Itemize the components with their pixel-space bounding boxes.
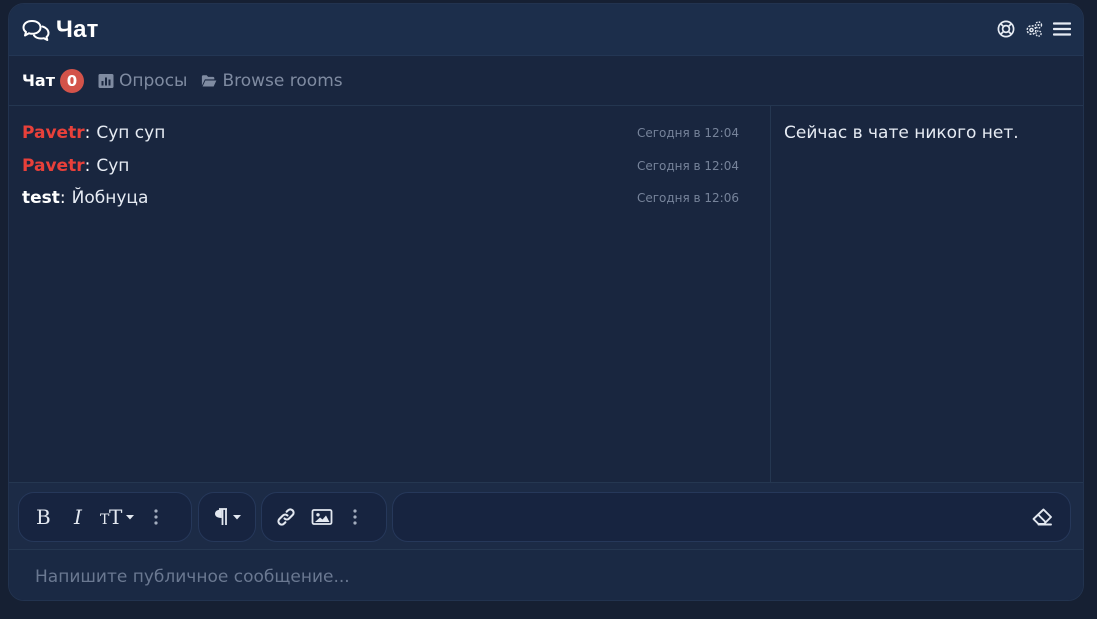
text-format-group: B I T T <box>18 492 192 542</box>
author-separator: : <box>59 188 66 208</box>
gears-icon[interactable] <box>1025 20 1043 38</box>
clear-formatting-button[interactable] <box>1024 499 1060 535</box>
message-composer <box>9 550 1083 600</box>
lifebuoy-icon[interactable] <box>997 20 1015 38</box>
chat-widget: Чат Чат 0 Опросы Browse rooms Pavetr: С… <box>8 3 1084 601</box>
message-timestamp: Сегодня в 12:04 <box>636 158 739 173</box>
chat-tabs: Чат 0 Опросы Browse rooms <box>9 56 1083 106</box>
more-format-button[interactable] <box>141 499 171 535</box>
message-text: Йобнуца <box>71 188 149 208</box>
paragraph-group <box>198 492 256 542</box>
text-size-icon: T T <box>100 507 134 527</box>
more-icon <box>353 509 357 525</box>
message-author[interactable]: test <box>22 188 60 208</box>
link-icon <box>277 508 295 526</box>
chat-bubbles-icon <box>22 20 50 41</box>
tab-label: Опросы <box>119 70 188 91</box>
italic-icon: I <box>73 507 83 527</box>
link-button[interactable] <box>268 499 304 535</box>
message-author[interactable]: Pavetr <box>22 156 85 176</box>
message-timestamp: Сегодня в 12:04 <box>636 126 739 140</box>
online-empty-text: Сейчас в чате никого нет. <box>784 123 1019 143</box>
online-users-panel: Сейчас в чате никого нет. <box>770 106 1083 482</box>
clear-group <box>392 492 1071 542</box>
text-size-button[interactable]: T T <box>97 499 141 535</box>
image-button[interactable] <box>304 499 340 535</box>
message-list: Pavetr: Суп суп Сегодня в 12:04 Pavetr: … <box>9 106 770 482</box>
svg-text:I: I <box>73 507 83 527</box>
author-separator: : <box>84 155 91 176</box>
message-text: Суп <box>96 155 130 176</box>
more-insert-button[interactable] <box>340 499 370 535</box>
header-actions <box>997 20 1071 38</box>
bar-chart-icon <box>98 73 114 88</box>
svg-text:T: T <box>109 507 123 527</box>
message-text: Суп суп <box>96 123 166 143</box>
image-icon <box>311 509 333 525</box>
paragraph-icon <box>215 508 241 525</box>
bold-button[interactable]: B <box>25 499 61 535</box>
tab-polls[interactable]: Опросы <box>98 71 187 91</box>
folder-open-icon <box>202 74 217 87</box>
message-timestamp: Сегодня в 12:06 <box>636 191 739 205</box>
chat-header: Чат <box>9 4 1083 56</box>
unread-badge: 0 <box>60 68 84 93</box>
message-input[interactable] <box>21 560 1071 594</box>
message-item: Pavetr: Суп суп Сегодня в 12:04 <box>22 123 757 156</box>
page-title: Чат <box>56 16 99 43</box>
tab-label: Browse rooms <box>222 70 343 91</box>
menu-icon[interactable] <box>1053 20 1071 38</box>
message-author[interactable]: Pavetr <box>22 123 85 143</box>
editor-toolbar: B I T T <box>9 482 1083 550</box>
tab-label: Чат <box>22 71 55 90</box>
svg-text:B: B <box>36 507 51 527</box>
tab-chat[interactable]: Чат 0 <box>22 68 84 93</box>
more-icon <box>154 509 158 525</box>
insert-group <box>261 492 387 542</box>
author-separator: : <box>84 123 91 143</box>
message-item: Pavetr: Суп Сегодня в 12:04 <box>22 156 757 189</box>
bold-icon: B <box>36 507 51 527</box>
eraser-icon <box>1032 508 1052 526</box>
italic-button[interactable]: I <box>61 499 97 535</box>
tab-browse-rooms[interactable]: Browse rooms <box>201 70 343 91</box>
chat-title: Чат <box>22 16 99 44</box>
message-item: test: Йобнуца Сегодня в 12:06 <box>22 188 757 221</box>
paragraph-button[interactable] <box>205 499 249 535</box>
